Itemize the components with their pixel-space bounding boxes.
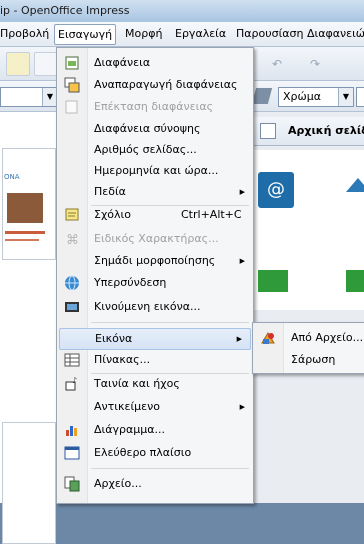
from-file-icon [261,332,275,344]
new-slide-icon [65,56,79,70]
layouts-panel: @ [252,150,364,310]
table-icon [64,353,80,367]
menu-item-formatting-mark[interactable]: Σημάδι μορφοποίησης ▶ [57,251,253,271]
submenu-arrow-icon: ▶ [239,257,245,265]
menu-separator [91,468,249,469]
menu-item-slide[interactable]: Διαφάνεια [57,53,253,73]
redo-icon[interactable]: ↷ [310,57,328,71]
menu-item-floating-frame[interactable]: Ελεύθερο πλαίσιο [57,443,253,463]
undo-icon[interactable]: ↶ [272,57,290,71]
edit-file-icon[interactable] [6,52,30,76]
menu-item-table[interactable]: Πίνακας... [57,350,253,370]
menu-item-date-time[interactable]: Ημερομηνία και ώρα... [57,161,253,181]
color-mode-combo[interactable]: Χρώμα ▼ [278,87,354,107]
special-character-icon: ⌘ [66,233,79,247]
insert-menu: Διαφάνεια Αναπαραγωγή διαφάνειας Επέκτασ… [56,47,254,504]
window-title: ip - OpenOffice Impress [0,4,130,17]
window-titlebar: ip - OpenOffice Impress [0,0,364,22]
task-pane-title: Αρχική σελίδ [288,124,364,137]
menu-item-from-file[interactable]: Από Αρχείο... [253,327,364,349]
menu-format[interactable]: Μορφή [125,26,162,42]
slide-text-line [5,239,39,241]
chart-icon [66,426,77,436]
chevron-down-icon[interactable]: ▼ [338,88,353,106]
file-icon [64,476,80,492]
comment-icon [65,208,79,221]
layout-list-icon[interactable] [260,123,276,139]
line-style-combo[interactable]: ▼ [0,87,58,107]
combo-edge [356,87,364,107]
menu-item-duplicate-slide[interactable]: Αναπαραγωγή διαφάνειας [57,75,253,95]
toolbar-button[interactable] [34,52,58,76]
submenu-arrow-icon: ▶ [239,403,245,411]
slide-thumbnail[interactable] [2,422,56,544]
hyperlink-icon [65,275,79,291]
task-pane-header: Αρχική σελίδ [252,117,364,146]
download-arrow-icon[interactable] [258,270,288,292]
menu-item-hyperlink[interactable]: Υπερσύνδεση [57,273,253,293]
menu-item-fields[interactable]: Πεδία ▶ [57,182,253,202]
menu-separator [91,322,249,323]
chevron-down-icon[interactable]: ▼ [42,88,57,106]
menu-item-object[interactable]: Αντικείμενο ▶ [57,397,253,417]
menu-item-animated-image[interactable]: Κινούμενη εικόνα... [57,297,253,317]
floating-frame-icon [64,446,80,460]
menu-item-image[interactable]: Εικόνα ▶ [59,328,251,350]
fill-bucket-icon[interactable] [251,88,273,104]
menu-insert[interactable]: Εισαγωγή [54,24,117,45]
slides-pane: ΟΝΑ [0,112,57,544]
menu-item-expand-slide[interactable]: Επέκταση διαφάνειας [57,97,253,117]
menu-item-chart[interactable]: Διάγραμμα... [57,420,253,440]
menu-item-scan[interactable]: Σάρωση [253,349,364,371]
slide-photo [7,193,43,223]
menubar: Προβολή Εισαγωγή Μορφή Εργαλεία Παρουσία… [0,22,364,47]
duplicate-slide-icon [64,77,80,93]
menu-tools[interactable]: Εργαλεία [175,26,226,42]
slide-thumbnail[interactable]: ΟΝΑ [2,148,56,260]
arrow-up-icon[interactable] [346,178,364,192]
menu-view[interactable]: Προβολή [0,26,49,42]
at-sign-icon[interactable]: @ [258,172,294,208]
menu-item-page-number[interactable]: Αριθμός σελίδας... [57,140,253,160]
expand-slide-icon [65,100,78,114]
image-submenu: Από Αρχείο... Σάρωση [252,322,364,374]
menu-item-file[interactable]: Αρχείο... [57,474,253,494]
menu-item-special-character[interactable]: ⌘ Ειδικός Χαρακτήρας... [57,229,253,249]
svg-text:⌘: ⌘ [66,233,79,247]
svg-text:♪: ♪ [72,376,77,385]
menu-item-summary-slide[interactable]: Διαφάνεια σύνοψης [57,119,253,139]
menu-item-comment[interactable]: Σχόλιο Ctrl+Alt+C [57,205,253,225]
submenu-arrow-icon: ▶ [236,335,242,343]
animated-image-icon [65,302,79,312]
color-mode-value: Χρώμα [283,90,321,103]
home-icon[interactable] [346,270,364,292]
slide-text-line [5,231,45,234]
slide-preview-text: ΟΝΑ [4,173,20,181]
menu-item-movie-sound[interactable]: ♪ Ταινία και ήχος [57,374,253,394]
submenu-arrow-icon: ▶ [239,188,245,196]
menu-slideshow[interactable]: Παρουσίαση Διαφανειών [236,26,364,42]
movie-sound-icon: ♪ [65,376,77,391]
